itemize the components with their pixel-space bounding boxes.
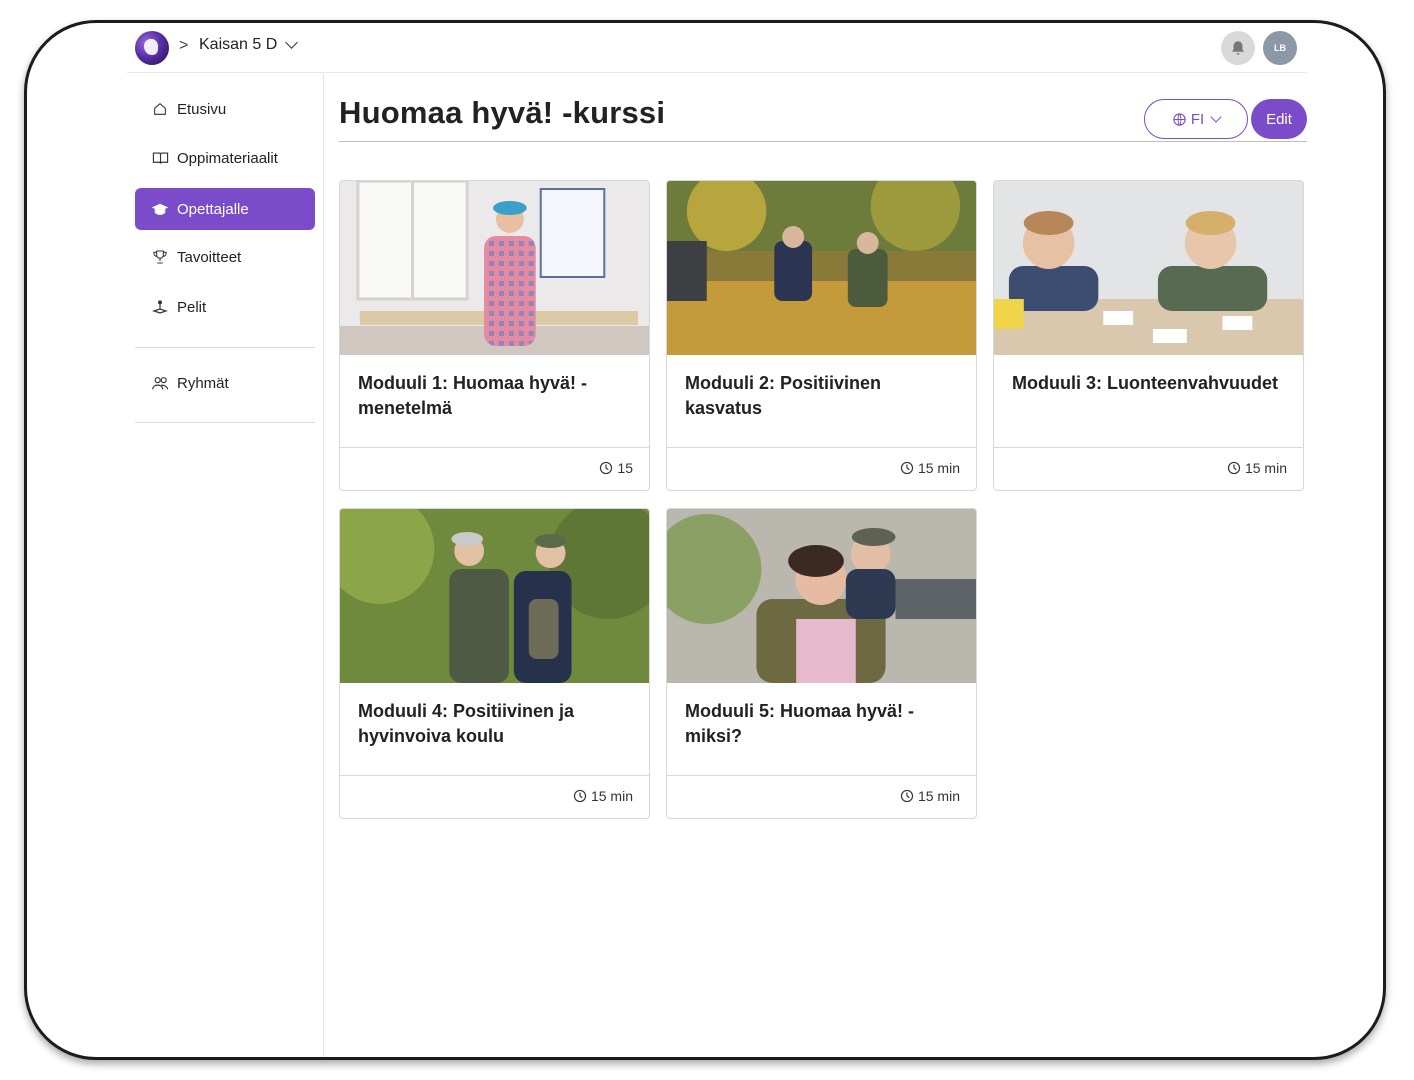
sidebar-item-label: Opettajalle <box>177 200 249 218</box>
sidebar-item-oppimateriaalit[interactable]: Oppimateriaalit <box>135 137 315 179</box>
book-icon <box>151 149 169 167</box>
trophy-icon <box>151 248 169 266</box>
sidebar-item-opettajalle[interactable]: Opettajalle <box>135 188 315 230</box>
module-title: Moduuli 3: Luonteenvahvuudet <box>1012 373 1278 393</box>
duration-text: 15 min <box>590 788 633 804</box>
title-divider <box>339 141 1307 142</box>
module-photo-boys-cards-table <box>994 181 1303 355</box>
module-title: Moduuli 2: Positiivinen kasvatus <box>685 373 882 418</box>
clock-icon <box>600 461 613 475</box>
module-title: Moduuli 5: Huomaa hyvä! -miksi? <box>685 701 915 746</box>
chevron-down-icon <box>285 36 299 49</box>
clock-icon <box>1227 461 1241 475</box>
breadcrumb-separator: > <box>179 37 189 54</box>
module-duration: 15 min <box>900 788 960 804</box>
language-label: FI <box>1190 110 1205 128</box>
sidebar-item-label: Tavoitteet <box>177 248 242 266</box>
module-duration: 15 min <box>573 788 633 804</box>
notifications-button[interactable] <box>1221 31 1255 65</box>
sidebar-item-label: Etusivu <box>177 100 227 118</box>
app-window: > Kaisan 5 D LB Etusivu Oppimateriaalit <box>24 20 1386 1060</box>
sidebar-item-label: Pelit <box>177 298 207 316</box>
module-duration: 15 <box>599 460 633 476</box>
clock-icon <box>573 789 587 803</box>
people-icon <box>151 374 169 392</box>
sidebar-item-pelit[interactable]: Pelit <box>135 286 315 328</box>
globe-icon <box>1173 112 1186 126</box>
module-card-3[interactable]: Moduuli 3: Luonteenvahvuudet 15 min <box>993 180 1304 491</box>
joystick-icon <box>151 298 169 316</box>
module-card-2[interactable]: Moduuli 2: Positiivinen kasvatus 15 min <box>666 180 977 491</box>
chevron-down-icon <box>1210 110 1222 123</box>
module-title: Moduuli 1: Huomaa hyvä! -menetelmä <box>358 373 588 418</box>
module-photo-teacher-classroom <box>340 181 649 355</box>
group-selector[interactable]: Kaisan 5 D <box>199 36 299 54</box>
module-footer: 15 min <box>667 775 976 818</box>
module-duration: 15 min <box>900 460 960 476</box>
module-card-1[interactable]: Moduuli 1: Huomaa hyvä! -menetelmä 15 <box>339 180 650 491</box>
sidebar-item-label: Ryhmät <box>177 374 229 392</box>
user-avatar[interactable]: LB <box>1263 31 1297 65</box>
module-footer: 15 min <box>340 775 649 818</box>
clock-icon <box>900 461 914 475</box>
edit-button[interactable]: Edit <box>1251 99 1307 139</box>
module-card-4[interactable]: Moduuli 4: Positiivinen ja hyvinvoiva ko… <box>339 508 650 819</box>
duration-text: 15 min <box>1244 460 1287 476</box>
module-card-5[interactable]: Moduuli 5: Huomaa hyvä! -miksi? 15 min <box>666 508 977 819</box>
duration-text: 15 <box>617 460 633 476</box>
group-name: Kaisan 5 D <box>199 36 278 53</box>
bell-icon <box>1232 41 1244 55</box>
module-footer: 15 <box>340 447 649 490</box>
sidebar-item-label: Oppimateriaalit <box>177 149 278 167</box>
sidebar-item-etusivu[interactable]: Etusivu <box>135 88 315 130</box>
sidebar-item-ryhmat[interactable]: Ryhmät <box>135 362 315 404</box>
sidebar-item-tavoitteet[interactable]: Tavoitteet <box>135 236 315 278</box>
duration-text: 15 min <box>917 460 960 476</box>
home-icon <box>151 100 169 118</box>
module-title: Moduuli 4: Positiivinen ja hyvinvoiva ko… <box>358 701 575 746</box>
sidebar: Etusivu Oppimateriaalit Opettajalle Tavo… <box>27 74 324 1057</box>
sidebar-divider <box>135 347 315 348</box>
clock-icon <box>900 789 914 803</box>
duration-text: 15 min <box>917 788 960 804</box>
language-selector[interactable]: FI <box>1144 99 1248 139</box>
module-photo-mother-and-son <box>667 509 976 683</box>
sidebar-divider <box>135 422 315 423</box>
page-title: Huomaa hyvä! -kurssi <box>339 95 666 130</box>
module-footer: 15 min <box>994 447 1303 490</box>
top-bar: > Kaisan 5 D LB <box>127 23 1307 73</box>
module-duration: 15 min <box>1227 460 1287 476</box>
module-photo-kids-autumn-park <box>667 181 976 355</box>
graduation-cap-icon <box>151 200 169 218</box>
module-photo-boys-backpacks <box>340 509 649 683</box>
module-footer: 15 min <box>667 447 976 490</box>
app-logo[interactable] <box>135 31 169 65</box>
